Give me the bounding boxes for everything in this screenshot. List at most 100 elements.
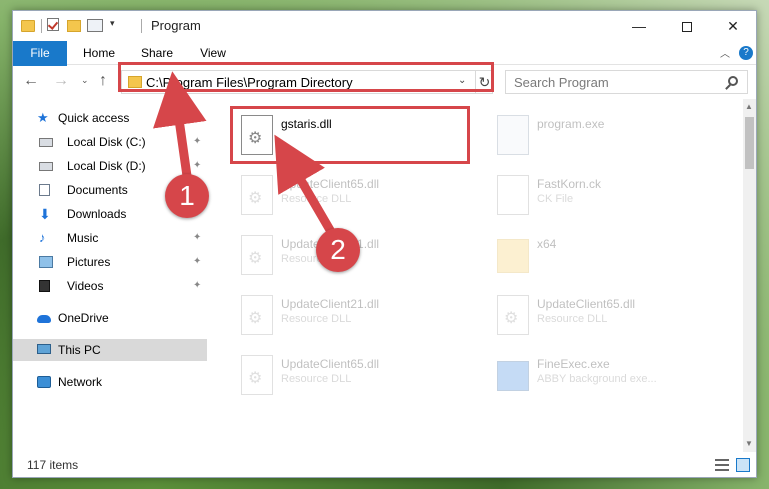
documents-icon <box>39 184 50 196</box>
scroll-up-icon[interactable]: ▲ <box>745 102 753 111</box>
sidebar-item-this-pc[interactable]: This PC <box>13 339 207 361</box>
pin-icon[interactable]: ✦ <box>193 155 201 177</box>
file-item[interactable]: x64 <box>489 229 729 285</box>
new-folder-icon[interactable] <box>67 20 81 32</box>
file-type: ABBY background exe... <box>537 373 657 385</box>
scroll-down-icon[interactable]: ▼ <box>745 439 753 448</box>
sidebar-item-label: Videos <box>67 279 104 293</box>
sidebar-item-label: Quick access <box>58 111 130 125</box>
back-button[interactable]: ← <box>23 72 39 90</box>
sidebar-item-label: Local Disk (D:) <box>67 159 146 173</box>
cloud-icon <box>37 315 51 323</box>
maximize-button[interactable] <box>664 11 710 41</box>
toolbar-divider <box>141 19 142 33</box>
pin-icon[interactable]: ✦ <box>193 227 201 249</box>
close-button[interactable]: ✕ <box>710 11 756 41</box>
file-name: FastKorn.ck <box>537 177 602 191</box>
scroll-thumb[interactable] <box>745 117 754 169</box>
disk-icon <box>39 138 53 147</box>
file-type: Resource DLL <box>281 193 352 205</box>
pin-icon[interactable]: ✦ <box>193 275 201 297</box>
file-name: UpdateClient65.dll <box>281 357 380 371</box>
file-name: UpdateClient65.dll <box>281 177 380 191</box>
search-placeholder[interactable]: Search Program <box>514 75 609 90</box>
step-2-badge: 2 <box>316 228 360 272</box>
file-type: Resource DLL <box>281 313 352 325</box>
pc-icon <box>37 344 51 354</box>
downloads-icon: ⬇ <box>39 206 51 222</box>
dll-file-icon <box>241 295 273 335</box>
file-name: FineExec.exe <box>537 357 610 371</box>
properties-check-icon[interactable] <box>47 18 59 31</box>
search-box[interactable]: Search Program <box>505 70 748 94</box>
file-item[interactable]: UpdateClient21.dll Resource DLL <box>233 289 473 345</box>
sidebar-item-pictures[interactable]: Pictures ✦ <box>13 251 207 273</box>
folder-icon <box>21 20 35 32</box>
file-type: CK File <box>537 193 574 205</box>
sidebar-item-label: Network <box>58 375 103 389</box>
dll-file-icon <box>241 175 273 215</box>
file-item[interactable]: UpdateClient65.dll Resource DLL <box>233 349 473 405</box>
file-item[interactable]: UpdateClient65.dll Resource DLL <box>233 169 473 225</box>
sidebar-item-network[interactable]: Network <box>13 371 207 393</box>
ck-file-icon <box>497 175 529 215</box>
music-icon: ♪ <box>39 230 46 245</box>
file-name: UpdateClient65.dll <box>537 297 636 311</box>
file-item[interactable]: program.exe <box>489 109 729 165</box>
chevron-up-icon[interactable]: ︿ <box>720 45 730 60</box>
up-button[interactable]: ↑ <box>99 72 107 90</box>
recent-locations-button[interactable]: ⌄ <box>81 75 89 86</box>
file-name: UpdateClient21.dll <box>281 297 380 311</box>
sidebar-item-label: Documents <box>67 183 128 197</box>
sidebar-item-local-disk-c[interactable]: Local Disk (C:) ✦ <box>13 131 207 153</box>
quick-access-dropdown-icon[interactable]: ▾ <box>110 18 115 34</box>
tab-home[interactable]: Home <box>79 41 119 65</box>
window-title: Program <box>151 18 201 33</box>
dll-file-icon <box>241 355 273 395</box>
videos-icon <box>39 280 50 292</box>
sidebar-item-videos[interactable]: Videos ✦ <box>13 275 207 297</box>
folder-icon <box>497 239 529 273</box>
sidebar-item-onedrive[interactable]: OneDrive <box>13 307 207 329</box>
search-icon[interactable] <box>728 76 738 86</box>
navigation-pane: ★ Quick access Local Disk (C:) ✦ Local D… <box>13 99 207 452</box>
item-count: 117 items <box>27 458 79 472</box>
file-name: x64 <box>537 237 557 251</box>
dll-file-icon <box>497 295 529 335</box>
help-icon[interactable]: ? <box>739 46 753 60</box>
file-type: Resource DLL <box>281 373 352 385</box>
file-highlight <box>230 106 470 164</box>
file-item[interactable]: UpdateClient65.dll Resource DLL <box>489 289 729 345</box>
minimize-button[interactable]: — <box>616 11 662 41</box>
details-view-icon[interactable] <box>715 459 729 471</box>
forward-button[interactable]: → <box>53 72 69 90</box>
sidebar-item-label: OneDrive <box>58 311 109 325</box>
sidebar-item-label: This PC <box>58 343 101 357</box>
address-bar-highlight <box>118 62 494 92</box>
sidebar-item-label: Pictures <box>67 255 111 269</box>
vertical-scrollbar[interactable]: ▲ ▼ <box>743 99 756 452</box>
app-icon <box>497 361 529 391</box>
network-icon <box>37 376 51 388</box>
pin-icon[interactable]: ✦ <box>193 131 201 153</box>
exe-file-icon <box>497 115 529 155</box>
status-bar: 117 items <box>13 453 756 477</box>
sidebar-item-quick-access[interactable]: ★ Quick access <box>13 107 207 129</box>
file-item[interactable]: FastKorn.ck CK File <box>489 169 729 225</box>
pictures-icon <box>39 256 53 268</box>
file-item[interactable]: FineExec.exe ABBY background exe... <box>489 349 729 405</box>
maximize-icon <box>682 22 692 33</box>
title-bar: ▾ Program — ✕ <box>13 11 756 41</box>
file-name: program.exe <box>537 117 605 131</box>
properties-icon[interactable] <box>87 19 103 32</box>
sidebar-item-label: Music <box>67 231 99 245</box>
large-icons-view-icon[interactable] <box>736 458 750 472</box>
toolbar-divider <box>41 19 42 33</box>
sidebar-item-label: Downloads <box>67 207 127 221</box>
file-type: Resource DLL <box>537 313 608 325</box>
sidebar-item-local-disk-d[interactable]: Local Disk (D:) ✦ <box>13 155 207 177</box>
sidebar-item-music[interactable]: ♪ Music ✦ <box>13 227 207 249</box>
pin-icon[interactable]: ✦ <box>193 251 201 273</box>
disk-icon <box>39 162 53 171</box>
star-icon: ★ <box>37 110 49 125</box>
